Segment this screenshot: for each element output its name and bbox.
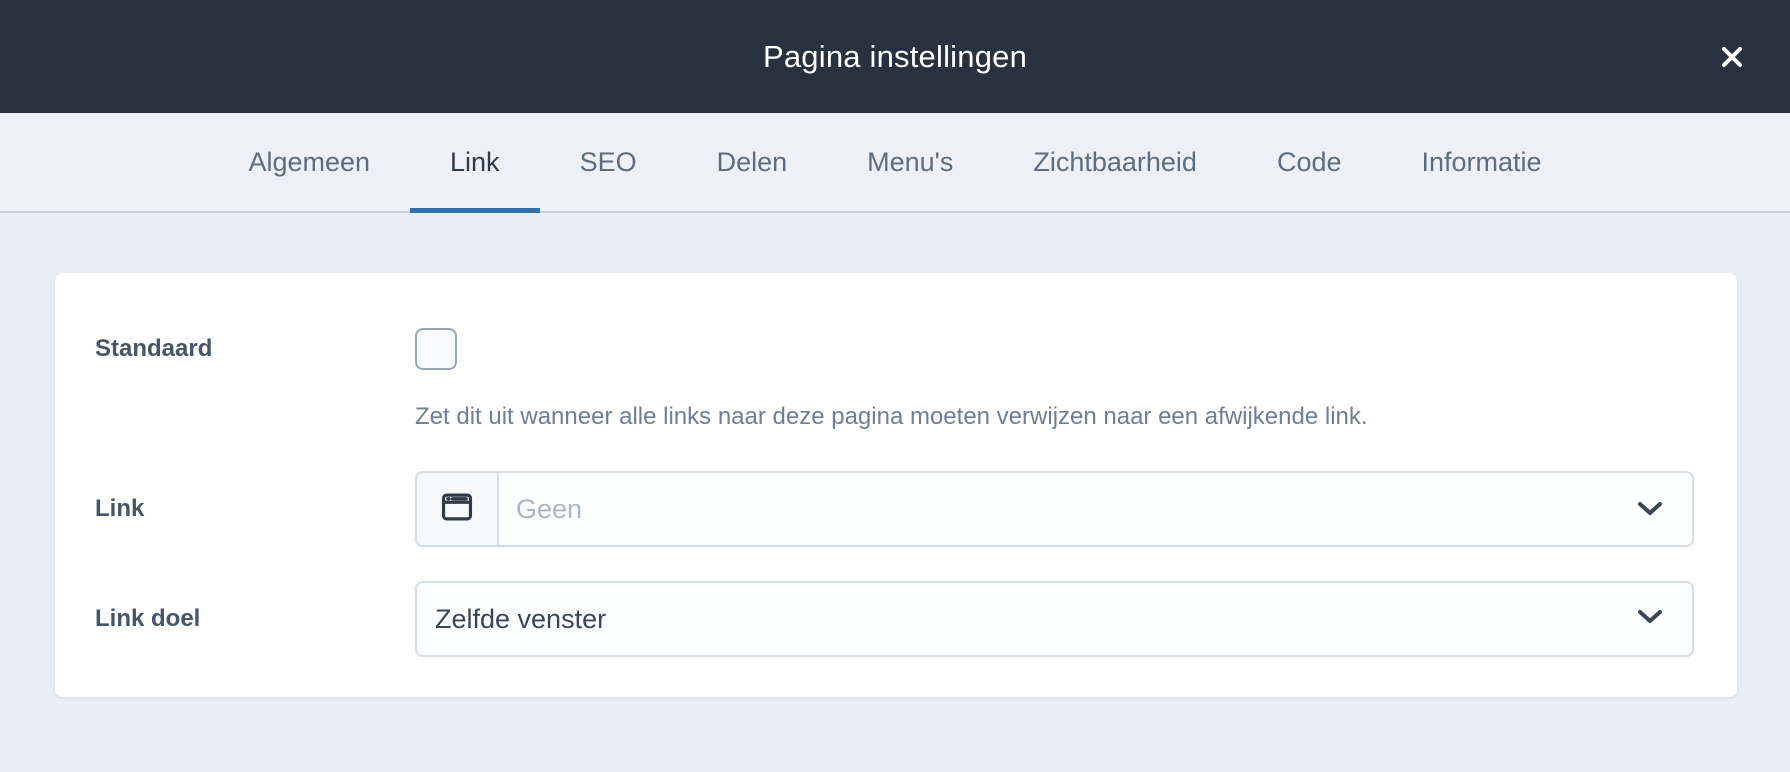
- standaard-checkbox[interactable]: [415, 328, 457, 370]
- link-label: Link: [95, 495, 145, 522]
- modal-title: Pagina instellingen: [762, 38, 1028, 74]
- link-doel-selected-value: Zelfde venster: [435, 603, 607, 634]
- link-doel-row: Link doel Zelfde venster: [95, 581, 1694, 657]
- tab-code[interactable]: Code: [1237, 113, 1382, 211]
- link-input-group: [415, 471, 1694, 547]
- tab-delen[interactable]: Delen: [677, 113, 828, 211]
- link-chevron-down-icon: [1636, 473, 1692, 545]
- tab-bar: Algemeen Link SEO Delen Menu's Zichtbaar…: [0, 113, 1790, 213]
- tab-seo[interactable]: SEO: [540, 113, 677, 211]
- tab-zichtbaarheid[interactable]: Zichtbaarheid: [993, 113, 1237, 211]
- link-row: Link: [95, 471, 1694, 547]
- settings-card: Standaard Zet dit uit wanneer alle links…: [55, 273, 1737, 697]
- tab-informatie[interactable]: Informatie: [1382, 113, 1582, 211]
- link-doel-select[interactable]: Zelfde venster: [415, 581, 1694, 657]
- standaard-row: Standaard Zet dit uit wanneer alle links…: [95, 328, 1694, 432]
- close-button[interactable]: [1702, 27, 1762, 87]
- tab-panel-link: Standaard Zet dit uit wanneer alle links…: [0, 213, 1790, 772]
- link-doel-label: Link doel: [95, 605, 201, 632]
- standaard-help-text: Zet dit uit wanneer alle links naar deze…: [415, 403, 1368, 430]
- browser-window-icon: [438, 488, 476, 531]
- link-input[interactable]: [499, 473, 1636, 545]
- tab-algemeen[interactable]: Algemeen: [208, 113, 410, 211]
- link-picker-button[interactable]: [417, 473, 499, 545]
- modal-header: Pagina instellingen: [0, 0, 1790, 113]
- tab-menus[interactable]: Menu's: [827, 113, 993, 211]
- close-icon: [1718, 43, 1746, 71]
- standaard-label: Standaard: [95, 335, 213, 362]
- tab-link[interactable]: Link: [410, 113, 540, 213]
- page-settings-modal: Pagina instellingen Algemeen Link SEO De…: [0, 0, 1790, 772]
- link-doel-chevron-down-icon: [1636, 608, 1664, 631]
